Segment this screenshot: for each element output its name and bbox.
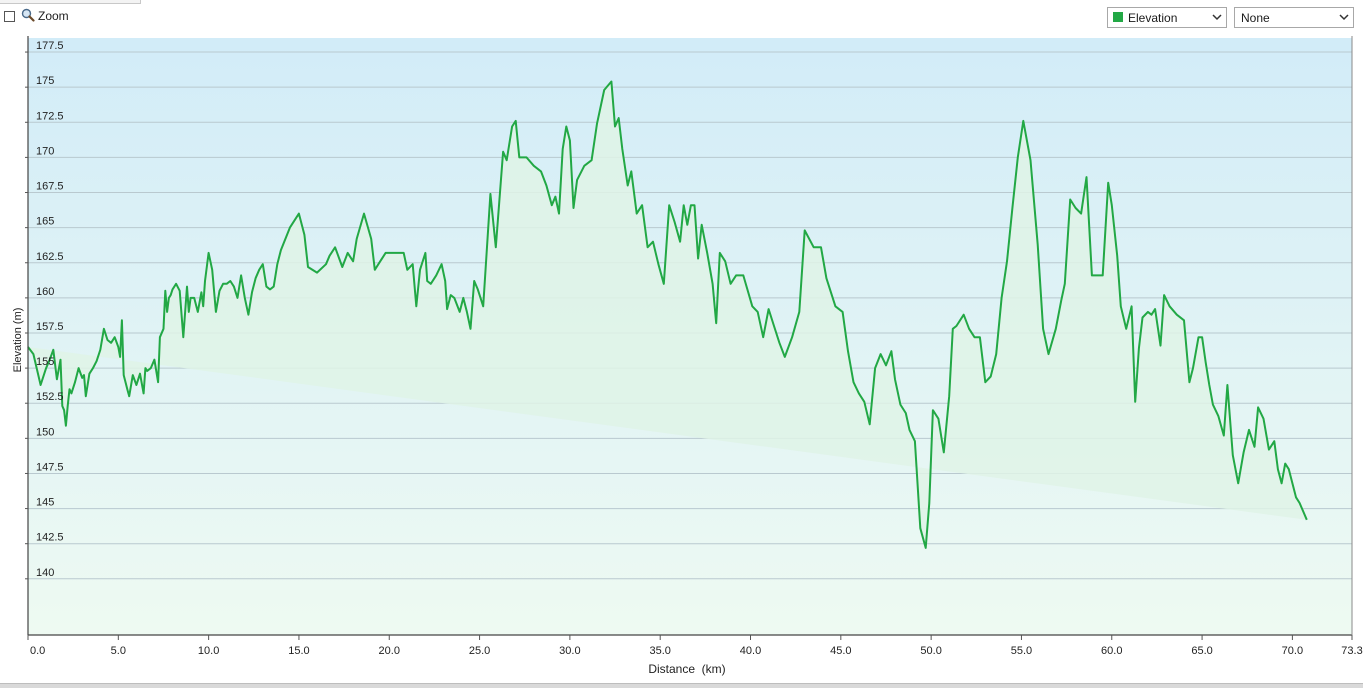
y-tick-label: 160	[36, 286, 54, 298]
y-tick-label: 157.5	[36, 321, 64, 333]
y-tick-label: 165	[36, 216, 54, 228]
y-tick-label: 170	[36, 145, 54, 157]
y-tick-label: 177.5	[36, 40, 64, 52]
x-tick-label: 25.0	[469, 645, 490, 657]
x-tick-label: 0.0	[30, 645, 45, 657]
x-tick-label: 60.0	[1101, 645, 1122, 657]
magnifier-icon	[21, 8, 35, 22]
y-tick-label: 155	[36, 356, 54, 368]
series-select[interactable]: Elevation	[1107, 7, 1227, 28]
zoom-label: Zoom	[38, 9, 69, 23]
chevron-down-icon	[1212, 14, 1222, 21]
x-tick-label: 45.0	[830, 645, 851, 657]
x-tick-label: 65.0	[1191, 645, 1212, 657]
x-tick-label: 10.0	[198, 645, 219, 657]
x-tick-label: 20.0	[379, 645, 400, 657]
series-select-value: Elevation	[1128, 11, 1178, 25]
y-tick-label: 152.5	[36, 391, 64, 403]
y-tick-label: 172.5	[36, 110, 64, 122]
x-tick-label: 73.3	[1341, 645, 1362, 657]
y-tick-label: 150	[36, 426, 54, 438]
x-axis-label: Distance (km)	[648, 662, 725, 676]
chart-toolbar: Zoom Elevation None	[0, 0, 1363, 34]
y-tick-label: 145	[36, 497, 54, 509]
x-tick-label: 55.0	[1011, 645, 1032, 657]
y-tick-label: 142.5	[36, 532, 64, 544]
x-axis-ticks: 0.0 5.0 10.0 15.0 20.0 25.0 30.0 35.0 40.0 45.0 50…	[27, 635, 1363, 657]
y-tick-label: 175	[36, 75, 54, 87]
x-tick-label: 15.0	[288, 645, 309, 657]
y-tick-label: 140	[36, 567, 54, 579]
secondary-series-select[interactable]: None	[1234, 7, 1354, 28]
x-tick-label: 70.0	[1282, 645, 1303, 657]
elevation-chart[interactable]: 140 142.5 145 147.5 150 152.5 155 157.5 160 162.5…	[0, 34, 1363, 687]
x-tick-label: 35.0	[649, 645, 670, 657]
secondary-select-value: None	[1241, 11, 1270, 25]
y-tick-label: 162.5	[36, 251, 64, 263]
chevron-down-icon	[1339, 14, 1349, 21]
window-bottom-edge	[0, 683, 1363, 688]
y-tick-label: 167.5	[36, 181, 64, 193]
x-tick-label: 5.0	[111, 645, 126, 657]
zoom-checkbox[interactable]	[4, 11, 15, 22]
x-tick-label: 30.0	[559, 645, 580, 657]
x-tick-label: 50.0	[920, 645, 941, 657]
x-tick-label: 40.0	[740, 645, 761, 657]
y-axis-label: Elevation (m)	[12, 308, 24, 373]
y-tick-label: 147.5	[36, 461, 64, 473]
elevation-color-swatch	[1113, 12, 1123, 22]
